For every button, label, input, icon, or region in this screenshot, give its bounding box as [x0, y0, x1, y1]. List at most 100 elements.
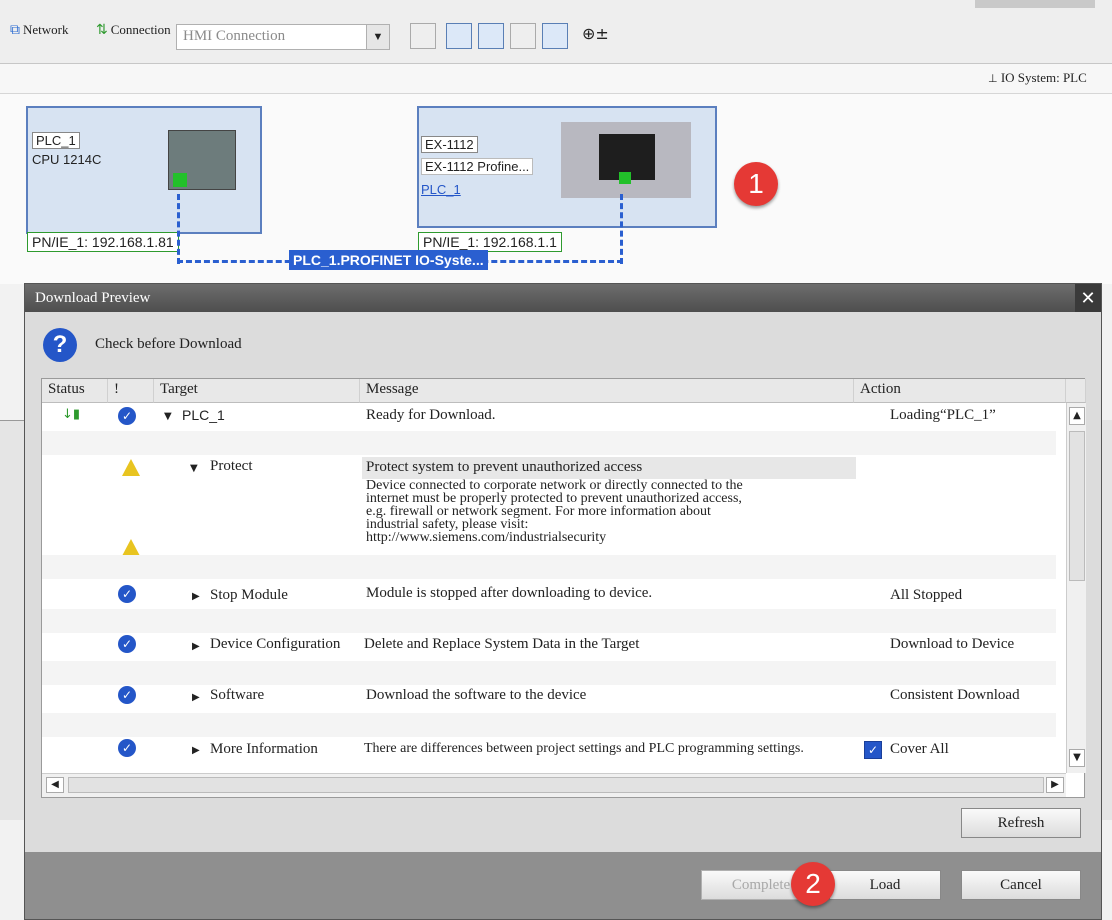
ex1112-image [561, 122, 691, 198]
download-preview-dialog: Download Preview ✕ ? Check before Downlo… [24, 283, 1102, 920]
ex1112-name: EX-1112 [421, 136, 478, 153]
horizontal-scroll-thumb[interactable] [68, 777, 1044, 793]
cancel-button[interactable]: Cancel [961, 870, 1081, 900]
target-plc: PLC_1 [182, 407, 225, 423]
io-system-tab[interactable]: ⊥ IO System: PLC [988, 70, 1087, 86]
ex1112-interface-label[interactable]: PN/IE_1: 192.168.1.1 [418, 232, 562, 252]
address-icon[interactable] [410, 23, 436, 49]
target-stop-module: Stop Module [210, 587, 288, 603]
message-software: Download the software to the device [366, 687, 587, 703]
check-warning-icon: ✓ [118, 407, 136, 425]
action-more-information: Cover All [890, 741, 949, 757]
background-panel [0, 420, 24, 820]
check-icon: ✓ [118, 686, 136, 704]
horizontal-scrollbar[interactable]: ◀ ▶ [42, 773, 1066, 797]
row-spacer [42, 609, 1056, 633]
plc-interface-label[interactable]: PN/IE_1: 192.168.1.81 [27, 232, 179, 252]
message-device-configuration: Delete and Replace System Data in the Ta… [364, 636, 640, 652]
scroll-down-icon[interactable]: ▼ [1069, 749, 1085, 767]
network-canvas: PLC_1 CPU 1214C PN/IE_1: 192.168.1.81 EX… [0, 94, 1112, 284]
ex1112-assigned-link[interactable]: PLC_1 [421, 182, 461, 197]
target-more-information: More Information [210, 741, 318, 757]
column-spacer [1066, 379, 1086, 403]
ex1112-link-line [620, 194, 624, 264]
module-icon[interactable] [478, 23, 504, 49]
step-badge-2: 2 [791, 862, 835, 906]
row-spacer [42, 713, 1056, 737]
plc-link-line [177, 194, 181, 264]
column-status[interactable]: Status [42, 379, 108, 403]
expand-down-icon[interactable]: ▼ [164, 411, 172, 422]
ex1112-type: EX-1112 Profine... [421, 158, 534, 175]
pin-icon: ⊥ [988, 72, 998, 85]
network-view-button[interactable]: ⧉ Network [10, 22, 69, 38]
question-icon: ? [43, 328, 77, 362]
action-plc[interactable]: Loading“PLC_1” [890, 407, 996, 424]
ex1112-device-box[interactable]: EX-1112 EX-1112 Profine... PLC_1 [417, 106, 717, 228]
download-status-icon: ↓▮ [62, 407, 81, 422]
connection-type-select[interactable]: HMI Connection ▼ [176, 24, 390, 50]
cover-all-checkbox[interactable]: ✓ [864, 741, 882, 759]
column-bang[interactable]: ! [108, 379, 154, 403]
io-system-link-label[interactable]: PLC_1.PROFINET IO-Syste... [289, 250, 488, 270]
connection-icon: ⇅ [96, 22, 108, 38]
scroll-left-icon[interactable]: ◀ [46, 777, 64, 793]
action-stop-module[interactable]: All Stopped [890, 587, 962, 604]
expand-right-icon[interactable]: ▶ [192, 692, 200, 703]
vertical-scrollbar[interactable]: ▲ ▼ [1066, 403, 1086, 773]
connection-label: Connection [110, 22, 171, 37]
target-protect: Protect [210, 458, 253, 474]
expand-down-icon[interactable]: ▼ [190, 463, 198, 474]
scroll-right-icon[interactable]: ▶ [1046, 777, 1064, 793]
network-label: Network [23, 22, 69, 37]
message-plc: Ready for Download. [366, 407, 496, 423]
port-icon[interactable] [619, 172, 631, 184]
plc-image [168, 130, 236, 190]
download-check-table: Status ! Target Message Action ↓▮ ✓ ▼ PL… [41, 378, 1086, 798]
connection-button[interactable]: ⇅ Connection [96, 22, 171, 38]
panel-icon[interactable] [542, 23, 568, 49]
port-icon[interactable] [173, 173, 187, 187]
close-icon[interactable]: ✕ [1075, 284, 1101, 312]
column-message[interactable]: Message [360, 379, 854, 403]
message-stop-module: Module is stopped after downloading to d… [366, 585, 653, 601]
row-spacer [42, 555, 1056, 579]
chevron-down-icon[interactable]: ▼ [366, 25, 389, 49]
connection-type-value: HMI Connection [183, 28, 286, 44]
check-icon: ✓ [118, 739, 136, 757]
scroll-thumb[interactable] [1069, 431, 1085, 581]
expand-right-icon[interactable]: ▶ [192, 745, 200, 756]
check-icon: ✓ [118, 585, 136, 603]
row-spacer [42, 431, 1056, 455]
scroll-up-icon[interactable]: ▲ [1069, 407, 1085, 425]
protect-detail: Device connected to corporate network or… [366, 479, 743, 545]
dialog-heading: Check before Download [95, 336, 242, 352]
protect-link[interactable]: http://www.siemens.com/industrialsecurit… [366, 531, 743, 545]
column-action[interactable]: Action [854, 379, 1066, 403]
expand-right-icon[interactable]: ▶ [192, 591, 200, 602]
column-target[interactable]: Target [154, 379, 360, 403]
plc-device-box[interactable]: PLC_1 CPU 1214C [26, 106, 262, 234]
message-more-information: There are differences between project se… [364, 741, 804, 756]
top-edge-strip [975, 0, 1095, 8]
refresh-button[interactable]: Refresh [961, 808, 1081, 838]
warning-icon [122, 459, 140, 476]
row-spacer [42, 661, 1056, 685]
warning-icon [122, 539, 140, 556]
check-icon: ✓ [118, 635, 136, 653]
expand-right-icon[interactable]: ▶ [192, 641, 200, 652]
editor-toolbar: ⧉ Network ⇅ Connection HMI Connection ▼ … [0, 0, 1112, 64]
io-system-bar: ⊥ IO System: PLC [0, 64, 1112, 94]
table-row[interactable]: ↓▮ ✓ ▼ PLC_1 Ready for Download. Loading… [42, 403, 1066, 431]
plc-type: CPU 1214C [32, 152, 102, 167]
zoom-icon[interactable]: ⊕± [582, 24, 609, 43]
dialog-footer: Complete Load Cancel 2 [25, 852, 1101, 919]
device-view-icon[interactable] [446, 23, 472, 49]
target-device-configuration: Device Configuration [210, 636, 341, 652]
action-software[interactable]: Consistent Download [890, 687, 1020, 704]
io-system-label: IO System: PLC [1000, 70, 1087, 85]
action-device-configuration[interactable]: Download to Device [890, 636, 1014, 653]
step-badge-1: 1 [734, 162, 778, 206]
grid-icon[interactable] [510, 23, 536, 49]
load-button[interactable]: Load [829, 870, 941, 900]
